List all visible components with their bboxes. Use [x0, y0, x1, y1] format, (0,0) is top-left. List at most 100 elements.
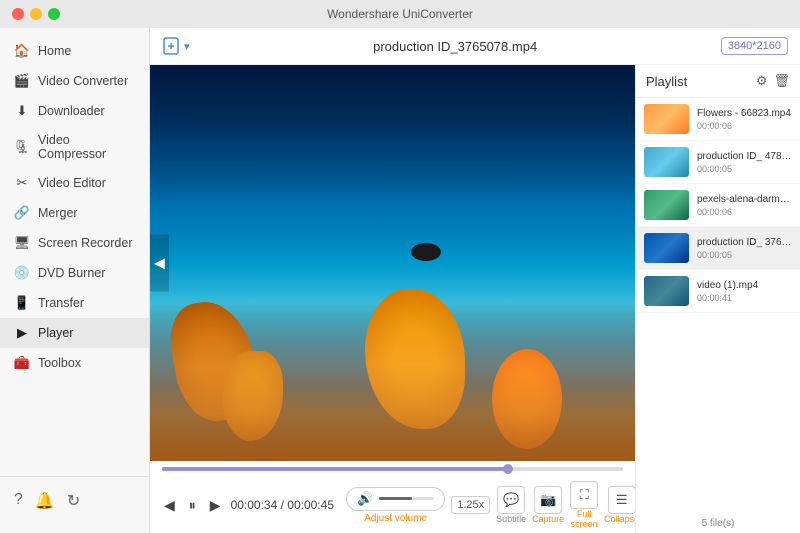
playlist-item-duration-4: 00:00:05: [697, 250, 792, 260]
fullscreen-button[interactable]: ⛶: [570, 481, 598, 509]
playlist-header-icons: ⚙ 🗑: [756, 73, 790, 89]
notifications-icon[interactable]: 🔔: [35, 491, 55, 511]
playlist-item-duration-5: 00:00:41: [697, 293, 792, 303]
transfer-icon: 📱: [14, 295, 30, 311]
playlist-item[interactable]: video (1).mp4 00:00:41: [636, 270, 800, 313]
volume-group-wrapper: 🔊 Adjust volume: [346, 487, 445, 524]
playlist-item-duration-2: 00:00:05: [697, 164, 792, 174]
titlebar: Wondershare UniConverter: [0, 0, 800, 28]
sidebar-item-transfer[interactable]: 📱 Transfer: [0, 288, 149, 318]
sidebar-item-video-editor[interactable]: ✂ Video Editor: [0, 168, 149, 198]
playlist-item[interactable]: Flowers - 66823.mp4 00:00:06: [636, 98, 800, 141]
video-wrapper[interactable]: ◀: [150, 65, 635, 461]
minimize-button[interactable]: [30, 8, 42, 20]
playlist-item-duration-1: 00:00:06: [697, 121, 792, 131]
progress-track[interactable]: [162, 467, 623, 471]
volume-icon: 🔊: [357, 491, 373, 507]
merger-icon: 🔗: [14, 205, 30, 221]
playlist-collapse-arrow[interactable]: ◀: [150, 235, 169, 292]
playlist-item-name-4: production ID_ 3765078.mp4: [697, 237, 792, 248]
playlist-item[interactable]: pexels-alena-darmel-...0 (7).mp4 00:00:0…: [636, 184, 800, 227]
speed-group: 1.25x: [451, 496, 490, 514]
add-file-button[interactable]: ▾: [162, 36, 190, 56]
sidebar: 🏠 Home 🎬 Video Converter ⬇ Downloader 🗜 …: [0, 28, 150, 533]
video-converter-icon: 🎬: [14, 73, 30, 89]
playlist-settings-icon[interactable]: ⚙: [756, 73, 768, 89]
dvd-icon: 💿: [14, 265, 30, 281]
play-button[interactable]: ▶: [206, 495, 225, 516]
capture-group: 📷 Capture: [532, 486, 564, 524]
sidebar-item-toolbox[interactable]: 🧰 Toolbox: [0, 348, 149, 378]
subtitle-group: 💬 Subtitle: [496, 486, 526, 524]
progress-thumb: [503, 464, 513, 474]
subtitle-button[interactable]: 💬: [497, 486, 525, 514]
filename-display: production ID_3765078.mp4: [200, 39, 711, 54]
playlist-info-4: production ID_ 3765078.mp4 00:00:05: [697, 237, 792, 260]
previous-button[interactable]: ◀: [160, 495, 179, 516]
sidebar-item-merger[interactable]: 🔗 Merger: [0, 198, 149, 228]
player-header: ▾ production ID_3765078.mp4 3840*2160: [150, 28, 800, 65]
capture-icon: 📷: [540, 492, 556, 508]
sidebar-item-downloader[interactable]: ⬇ Downloader: [0, 96, 149, 126]
controls-row: ◀ ⏸ ▶ 00:00:34 / 00:00:45 🔊 Adjust: [150, 475, 635, 533]
pause-button[interactable]: ⏸: [185, 495, 200, 516]
home-icon: 🏠: [14, 43, 30, 59]
sidebar-item-video-compressor[interactable]: 🗜 Video Compressor: [0, 126, 149, 168]
add-file-icon: [162, 36, 182, 56]
video-area: ◀ ◀ ⏸ ▶ 00:00:34 / 00:00:45: [150, 65, 635, 533]
playlist-thumb-1: [644, 104, 689, 134]
playlist-item-duration-3: 00:00:06: [697, 207, 792, 217]
subtitle-label: Subtitle: [496, 514, 526, 524]
editor-icon: ✂: [14, 175, 30, 191]
sidebar-item-home[interactable]: 🏠 Home: [0, 36, 149, 66]
playlist-item-active[interactable]: production ID_ 3765078.mp4 00:00:05: [636, 227, 800, 270]
adjust-volume-label: Adjust volume: [364, 513, 427, 524]
player-main: ◀ ◀ ⏸ ▶ 00:00:34 / 00:00:45: [150, 65, 800, 533]
close-button[interactable]: [12, 8, 24, 20]
add-file-area: ▾: [162, 36, 190, 56]
collapse-icon: ☰: [616, 492, 628, 508]
progress-fill: [162, 467, 508, 471]
playlist-thumb-4: [644, 233, 689, 263]
sidebar-item-video-converter[interactable]: 🎬 Video Converter: [0, 66, 149, 96]
sidebar-bottom-icons: ? 🔔 ↻: [0, 485, 149, 517]
collapse-label: Collapse: [604, 514, 635, 524]
sidebar-item-dvd-burner[interactable]: 💿 DVD Burner: [0, 258, 149, 288]
app-title: Wondershare UniConverter: [327, 7, 473, 21]
fullscreen-icon: ⛶: [580, 487, 589, 503]
playlist-thumb-3: [644, 190, 689, 220]
dropdown-arrow-icon: ▾: [184, 40, 190, 53]
playlist-info-1: Flowers - 66823.mp4 00:00:06: [697, 108, 792, 131]
playlist-item-name-5: video (1).mp4: [697, 280, 792, 291]
speed-button[interactable]: 1.25x: [451, 496, 490, 514]
playlist-items: Flowers - 66823.mp4 00:00:06 production …: [636, 98, 800, 514]
playlist-thumb-2: [644, 147, 689, 177]
playlist-item[interactable]: production ID_ 4782485.mp4 00:00:05: [636, 141, 800, 184]
main-layout: 🏠 Home 🎬 Video Converter ⬇ Downloader 🗜 …: [0, 28, 800, 533]
toolbox-icon: 🧰: [14, 355, 30, 371]
maximize-button[interactable]: [48, 8, 60, 20]
help-icon[interactable]: ?: [14, 491, 23, 511]
volume-slider[interactable]: [379, 497, 434, 500]
playlist-count: 5 file(s): [636, 514, 800, 533]
sidebar-item-screen-recorder[interactable]: 🖥 Screen Recorder: [0, 228, 149, 258]
volume-group: 🔊: [346, 487, 445, 511]
collapse-group: ☰ Collapse: [604, 486, 635, 524]
player-icon: ▶: [14, 325, 30, 341]
sync-icon[interactable]: ↻: [67, 491, 80, 511]
playlist-item-name-1: Flowers - 66823.mp4: [697, 108, 792, 119]
collapse-button[interactable]: ☰: [608, 486, 635, 514]
playlist-info-5: video (1).mp4 00:00:41: [697, 280, 792, 303]
sidebar-item-player[interactable]: ▶ Player: [0, 318, 149, 348]
playlist-delete-icon[interactable]: 🗑: [773, 73, 790, 89]
playlist-info-3: pexels-alena-darmel-...0 (7).mp4 00:00:0…: [697, 194, 792, 217]
fullscreen-group: ⛶ Full screen: [570, 481, 598, 529]
video-frame: [150, 65, 635, 461]
capture-button[interactable]: 📷: [534, 486, 562, 514]
resolution-badge: 3840*2160: [721, 37, 788, 55]
playlist: Playlist ⚙ 🗑 Flowers - 66823.mp4 00:00:0…: [635, 65, 800, 533]
fish-decoration: [411, 243, 441, 261]
progress-bar-container: [150, 461, 635, 475]
downloader-icon: ⬇: [14, 103, 30, 119]
sidebar-bottom: ? 🔔 ↻: [0, 476, 149, 525]
